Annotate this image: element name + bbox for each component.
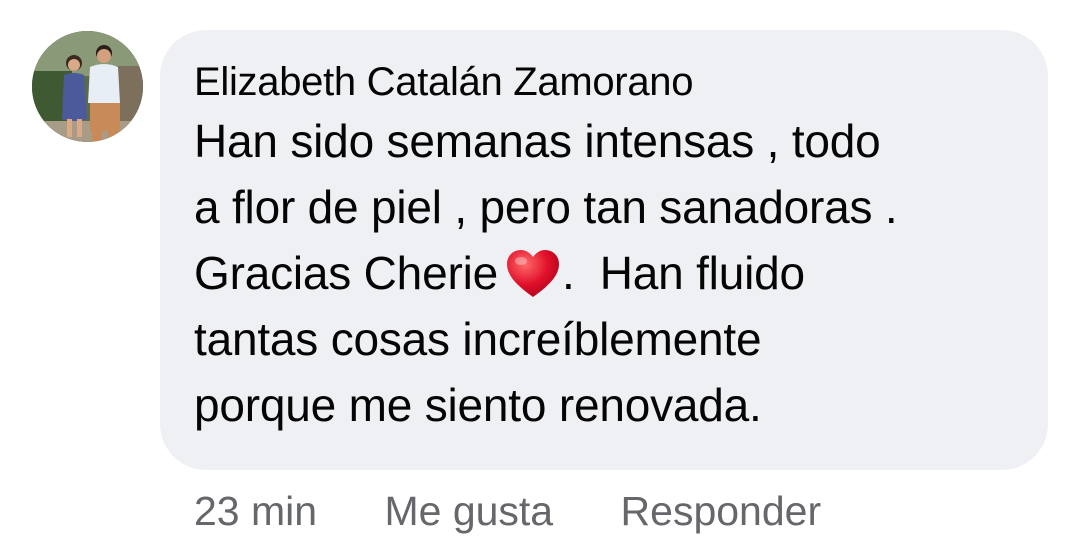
comment-author[interactable]: Elizabeth Catalán Zamorano	[194, 58, 1014, 106]
comment-line: tantas cosas increíblemente	[194, 313, 762, 365]
avatar[interactable]	[32, 31, 143, 142]
comment-bubble: Elizabeth Catalán Zamorano Han sido sema…	[160, 30, 1048, 470]
comment-actions: 23 min Me gusta Responder	[194, 486, 821, 536]
comment-line: Gracias Cherie . Han fluido	[194, 240, 1014, 306]
red-heart-icon	[506, 250, 559, 297]
like-button[interactable]: Me gusta	[384, 486, 553, 536]
reply-button[interactable]: Responder	[621, 486, 822, 536]
comment-line: porque me siento renovada.	[194, 379, 762, 431]
comment-line: Han sido semanas intensas , todo	[194, 115, 881, 167]
comment-line-part: . Han fluido	[561, 247, 805, 299]
comment-line-part: Gracias Cherie	[194, 247, 498, 299]
comment-line: a flor de piel , pero tan sanadoras .	[194, 181, 898, 233]
comment-text: Han sido semanas intensas , todo a flor …	[194, 108, 1014, 438]
avatar-photo	[32, 31, 143, 142]
comment-timestamp[interactable]: 23 min	[194, 486, 317, 536]
